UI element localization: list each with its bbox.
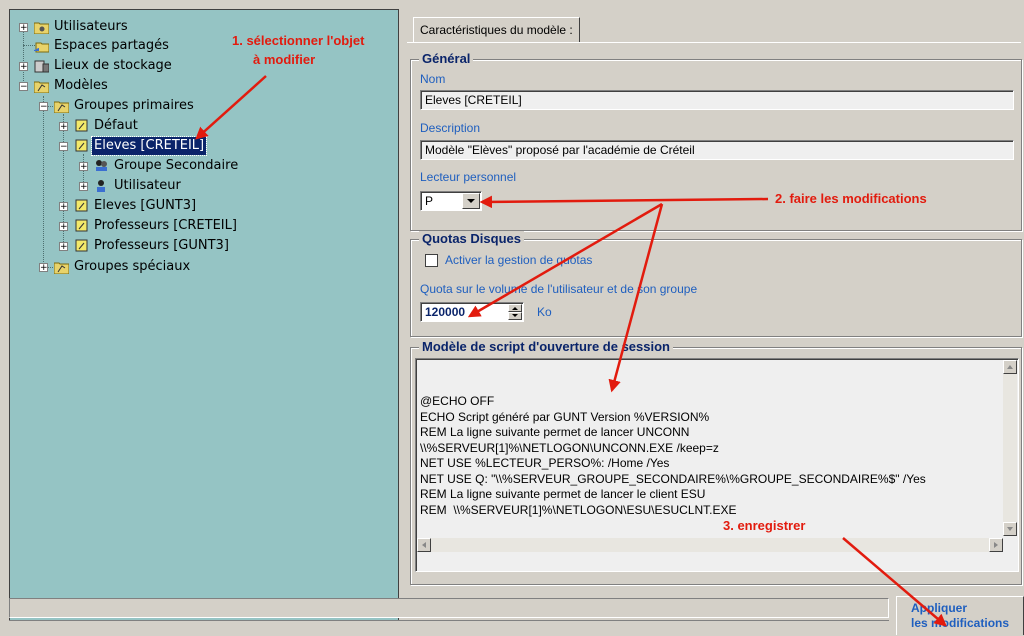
arrow-step2-a — [479, 195, 769, 209]
arrow-step2-c — [608, 203, 664, 393]
annotation-arrows — [195, 75, 947, 627]
arrow-step3 — [842, 537, 947, 627]
arrow-step2-b — [467, 202, 663, 318]
arrow-step1 — [195, 75, 267, 140]
